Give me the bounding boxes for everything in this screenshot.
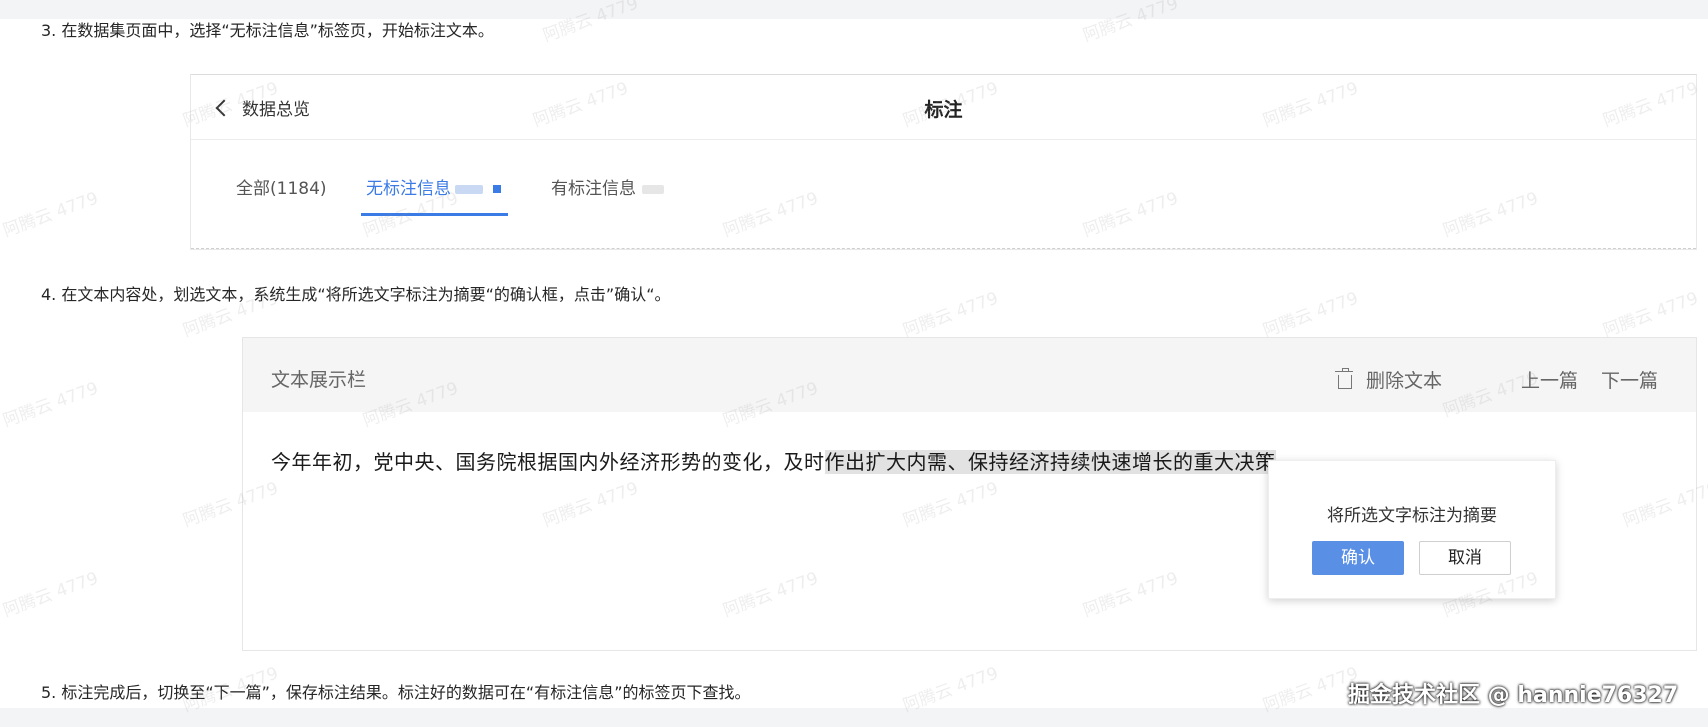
tab-count-redacted [642,184,664,194]
delete-text-button[interactable]: 删除文本 [1335,366,1443,393]
bottom-bar [0,708,1708,727]
top-bar [0,0,1708,19]
step-3-text: 3. 在数据集页面中，选择“无标注信息”标签页，开始标注文本。 [41,21,494,40]
text-panel-header: 文本展示栏 删除文本 上一篇 下一篇 [243,338,1696,412]
tab-bar: 全部(1184) 无标注信息 有标注信息 [191,140,1696,249]
watermark: 阿腾云 4779 [0,568,101,622]
confirm-button[interactable]: 确认 [1312,541,1404,575]
site-brand-watermark: 掘金技术社区 @ hannie76327 [1348,683,1679,708]
article-text-plain: 今年年初，党中央、国务院根据国内外经济形势的变化，及时 [271,450,825,474]
active-tab-indicator [361,213,508,216]
watermark: 阿腾云 4779 [1600,288,1701,342]
article-text[interactable]: 今年年初，党中央、国务院根据国内外经济形势的变化，及时作出扩大内需、保持经济持续… [271,446,1276,475]
watermark: 阿腾云 4779 [0,188,101,242]
selected-text[interactable]: 作出扩大内需、保持经济持续快速增长的重大决策 [824,450,1276,474]
step-5-text: 5. 标注完成后，切换至“下一篇”，保存标注结果。标注好的数据可在“有标注信息”… [41,683,751,702]
tab-annotated-label: 有标注信息 [551,179,636,199]
tab-all[interactable]: 全部(1184) [236,174,327,199]
cancel-button[interactable]: 取消 [1419,541,1511,575]
next-article-button[interactable]: 下一篇 [1601,366,1658,393]
prev-article-button[interactable]: 上一篇 [1521,366,1578,393]
tab-count-redacted [493,185,501,193]
step-4-text: 4. 在文本内容处，划选文本，系统生成“将所选文字标注为摘要“的确认框，点击”确… [41,285,671,304]
tab-unannotated-label: 无标注信息 [366,179,451,199]
tab-count-redacted [455,184,483,194]
text-panel-title: 文本展示栏 [271,369,367,391]
annotation-header: 数据总览 标注 [191,75,1696,140]
popup-message: 将所选文字标注为摘要 [1327,506,1497,526]
trash-icon [1335,367,1353,389]
tab-annotated[interactable]: 有标注信息 [551,174,664,199]
page-title: 标注 [924,99,963,121]
tab-unannotated[interactable]: 无标注信息 [366,174,501,199]
tab-all-label: 全部(1184) [236,179,327,199]
watermark: 阿腾云 4779 [1260,288,1361,342]
delete-text-label: 删除文本 [1366,370,1443,392]
watermark: 阿腾云 4779 [900,288,1001,342]
annotation-panel: 数据总览 标注 全部(1184) 无标注信息 有标注信息 [190,74,1697,250]
watermark: 阿腾云 4779 [0,378,101,432]
annotate-confirm-popup: 将所选文字标注为摘要 确认 取消 [1268,460,1556,599]
